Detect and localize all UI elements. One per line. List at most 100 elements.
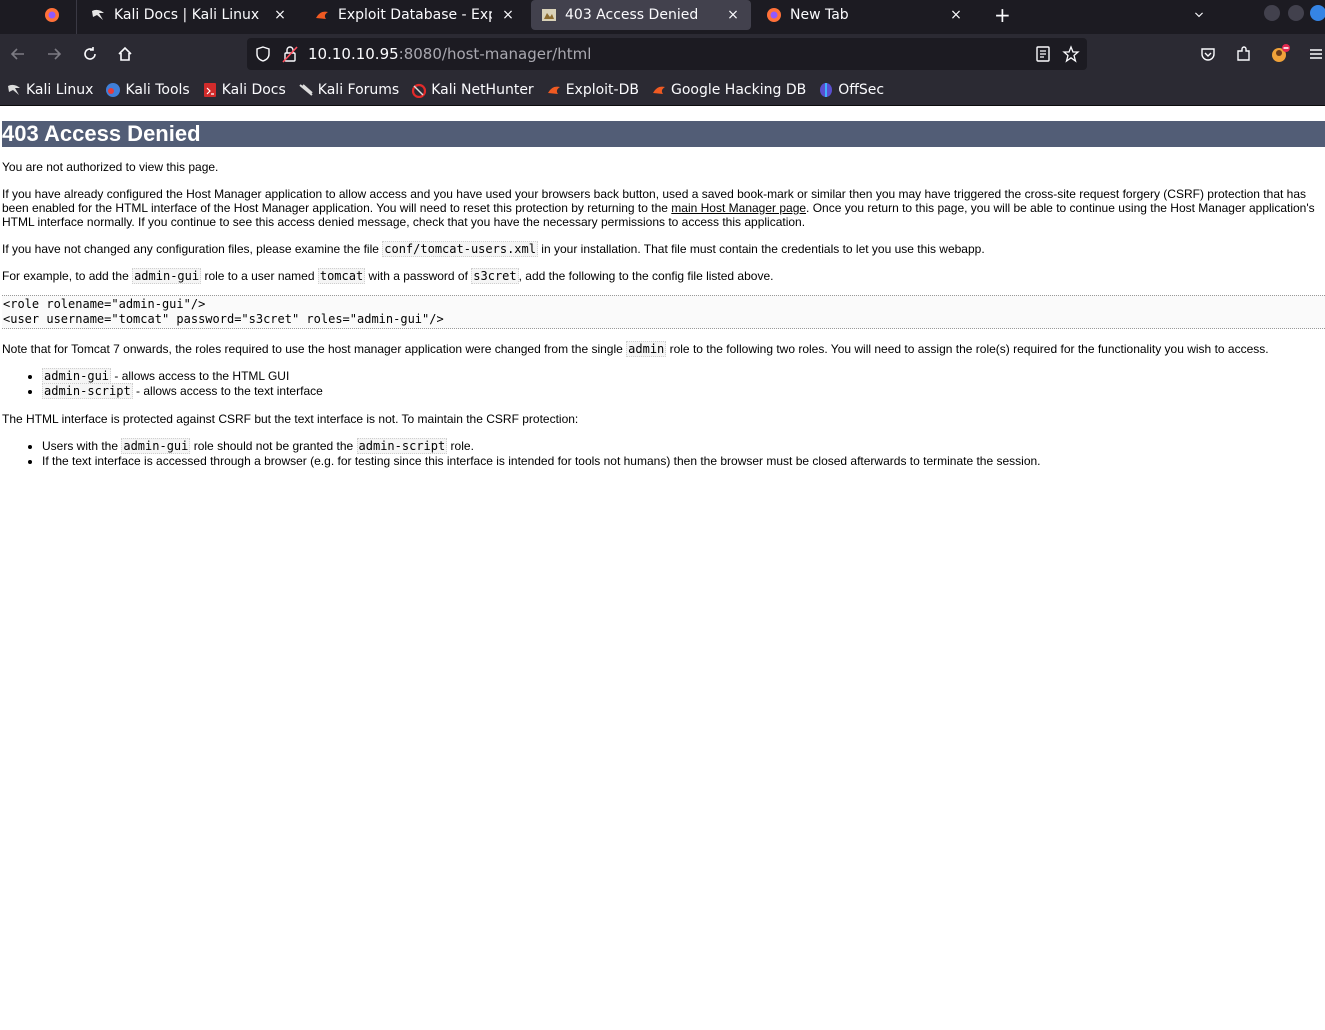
config-file-text: If you have not changed any configuratio… [2, 241, 1325, 257]
minimize-button[interactable] [1264, 5, 1280, 21]
account-button[interactable] [1268, 42, 1292, 66]
page-title: 403 Access Denied [2, 121, 1325, 147]
bookmark-label: Kali Forums [317, 81, 400, 98]
tab-new-tab[interactable]: New Tab × [756, 0, 974, 30]
bookmark-kali-docs[interactable]: Kali Docs [202, 82, 286, 98]
firefox-view-button[interactable] [36, 0, 72, 30]
example-text: For example, to add the admin-gui role t… [2, 268, 1325, 284]
text: , add the following to the config file l… [518, 269, 774, 283]
url-path: :8080/host-manager/html [398, 45, 592, 63]
close-window-button[interactable] [1310, 5, 1325, 21]
reader-view-icon[interactable] [1035, 46, 1051, 62]
close-icon[interactable]: × [948, 7, 964, 23]
kali-dragon-icon [92, 9, 104, 20]
tab-exploit-db[interactable]: Exploit Database - Exploit × [304, 0, 526, 30]
pocket-button[interactable] [1196, 42, 1220, 66]
url-bar[interactable]: 10.10.10.95:8080/host-manager/html [247, 38, 1087, 70]
ghdb-icon [652, 86, 665, 94]
bookmark-kali-linux[interactable]: Kali Linux [6, 82, 93, 98]
csrf-protection-text: The HTML interface is protected against … [2, 412, 579, 426]
bookmark-kali-nethunter[interactable]: Kali NetHunter [411, 81, 534, 98]
home-button[interactable] [113, 42, 137, 66]
bookmark-offsec[interactable]: OffSec [818, 82, 884, 98]
bookmark-label: Kali Linux [26, 81, 94, 98]
extensions-button[interactable] [1232, 42, 1256, 66]
pocket-icon [1201, 48, 1215, 61]
text: role to the following two roles. You wil… [666, 342, 1269, 356]
close-icon[interactable]: × [500, 7, 516, 23]
hamburger-menu-icon [1310, 49, 1322, 59]
bookmark-label: Google Hacking DB [670, 81, 807, 98]
text: in your installation. That file must con… [537, 242, 985, 256]
roles-list: admin-gui - allows access to the HTML GU… [2, 368, 1325, 399]
chevron-down-icon [1195, 12, 1203, 18]
text: If you have not changed any configuratio… [2, 242, 383, 256]
bookmarks-toolbar: Kali Linux Kali Tools Kali Docs Kali For… [0, 74, 1325, 106]
list-all-tabs-button[interactable] [1184, 0, 1214, 30]
config-line: <user username="tomcat" password="s3cret… [3, 312, 444, 326]
exploit-db-icon [547, 86, 560, 94]
close-icon[interactable]: × [272, 7, 288, 23]
new-tab-button[interactable]: + [984, 0, 1014, 30]
firefox-icon [767, 8, 781, 22]
arrow-right-icon [48, 48, 62, 60]
tab-bar: Kali Docs | Kali Linux Docu × Exploit Da… [0, 0, 1325, 34]
code-role-name: admin-gui [42, 368, 112, 384]
code-password: s3cret [471, 268, 519, 284]
kali-dragon-icon [8, 84, 20, 95]
tab-title: 403 Access Denied [565, 7, 699, 23]
avatar-icon [1272, 44, 1290, 62]
arrow-left-icon [10, 48, 24, 60]
bookmark-kali-tools[interactable]: Kali Tools [105, 81, 190, 98]
page-content: 403 Access Denied You are not authorized… [0, 106, 1325, 469]
text: For example, to add the [2, 269, 133, 283]
tab-kali-docs[interactable]: Kali Docs | Kali Linux Docu × [80, 0, 298, 30]
text: role to a user named [201, 269, 318, 283]
text: with a password of [365, 269, 472, 283]
text: Users with the [42, 439, 122, 453]
bookmark-label: Kali Tools [125, 81, 190, 98]
list-item: admin-gui - allows access to the HTML GU… [42, 368, 1325, 384]
browser-chrome: Kali Docs | Kali Linux Docu × Exploit Da… [0, 0, 1325, 106]
main-host-manager-link[interactable]: main Host Manager page [671, 201, 806, 215]
code-username: tomcat [317, 268, 366, 284]
list-item: admin-script - allows access to the text… [42, 383, 1325, 399]
bookmark-label: OffSec [838, 81, 885, 98]
text: Note that for Tomcat 7 onwards, the role… [2, 342, 627, 356]
navigation-toolbar: 10.10.10.95:8080/host-manager/html [0, 34, 1325, 74]
tab-title: Kali Docs | Kali Linux Docu [114, 7, 264, 23]
bookmark-google-hacking-db[interactable]: Google Hacking DB [651, 82, 806, 98]
url-host: 10.10.10.95 [308, 45, 399, 63]
kali-docs-icon [203, 82, 216, 97]
config-snippet: <role rolename="admin-gui"/> <user usern… [2, 295, 1325, 329]
text: role should not be granted the [190, 439, 357, 453]
puzzle-icon [1237, 46, 1250, 61]
forward-button[interactable] [42, 42, 66, 66]
close-icon[interactable]: × [725, 7, 741, 23]
bookmark-kali-forums[interactable]: Kali Forums [298, 82, 399, 98]
code-role-name: admin-gui [121, 438, 191, 454]
star-bookmark-icon[interactable] [1062, 45, 1080, 63]
tab-title: Exploit Database - Exploit [338, 7, 492, 23]
code-role-name: admin-script [356, 438, 448, 454]
reload-button[interactable] [78, 42, 102, 66]
csrf-rules-list: Users with the admin-gui role should not… [2, 438, 1325, 469]
shield-icon[interactable] [255, 46, 271, 62]
insecure-lock-icon[interactable] [282, 45, 298, 63]
list-item: Users with the admin-gui role should not… [42, 438, 1325, 454]
url-text[interactable]: 10.10.10.95:8080/host-manager/html [308, 45, 591, 63]
code-admin-role: admin [626, 341, 667, 357]
bookmark-label: Kali NetHunter [431, 81, 534, 98]
exploit-db-icon [316, 11, 328, 19]
menu-button[interactable] [1304, 42, 1325, 66]
maximize-button[interactable] [1288, 5, 1304, 21]
back-button[interactable] [6, 42, 30, 66]
text: role. [447, 439, 474, 453]
bookmark-exploit-db[interactable]: Exploit-DB [546, 82, 639, 98]
code-role: admin-gui [132, 268, 202, 284]
kali-tools-icon [106, 82, 121, 97]
home-icon [118, 46, 132, 61]
tab-403-access-denied[interactable]: 403 Access Denied × [531, 0, 751, 30]
plus-icon: + [994, 3, 1011, 27]
tomcat-icon [542, 9, 556, 21]
